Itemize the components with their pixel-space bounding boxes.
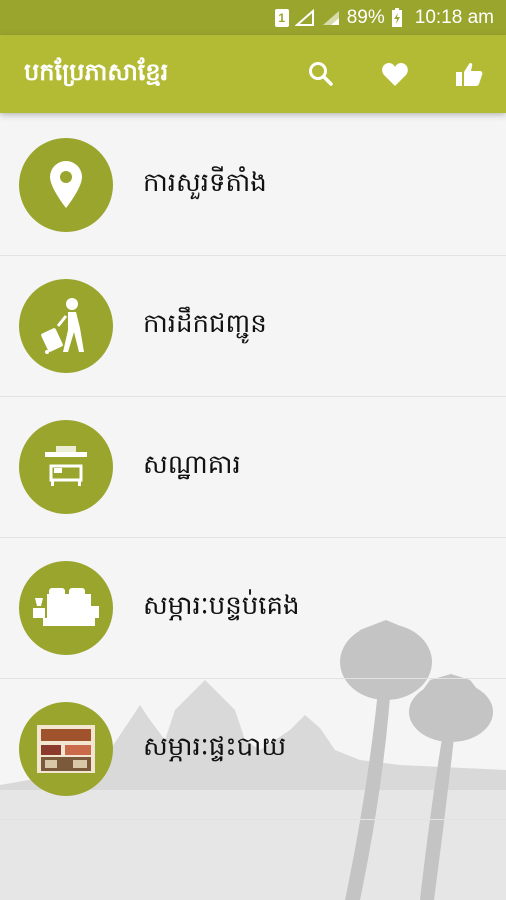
menu-icon-circle	[19, 279, 113, 373]
sim-card-icon: 1	[274, 8, 289, 27]
clock: 10:18 am	[414, 6, 494, 28]
menu-item-transport[interactable]: ការដឹកជញ្ជូន	[0, 256, 506, 397]
menu-item-kitchen[interactable]: សម្ភារៈផ្ទះបាយ	[0, 679, 506, 820]
menu-item-label: សណ្ឋាគារ	[143, 450, 241, 480]
app-bar: បកប្រែភាសាខ្មែរ	[0, 35, 506, 113]
menu-list: ការសួរទីតាំង ការដឹកជញ្ជូន សណ្ឋាគារ សម្ភា…	[0, 115, 506, 820]
kitchen-icon	[37, 725, 95, 773]
menu-icon-circle	[19, 561, 113, 655]
menu-item-label: សម្ភារៈផ្ទះបាយ	[143, 732, 287, 762]
menu-item-label: ការសួរទីតាំង	[143, 168, 267, 198]
menu-item-hotel[interactable]: សណ្ឋាគារ	[0, 397, 506, 538]
battery-percent: 89%	[346, 6, 385, 28]
menu-item-label: ការដឹកជញ្ជូន	[143, 309, 267, 339]
favorites-button[interactable]	[358, 44, 432, 104]
app-actions	[284, 44, 506, 104]
thumbs-up-icon	[456, 62, 483, 86]
status-bar: 1 89% 10:18 am	[0, 0, 506, 35]
menu-item-label: សម្ភារៈបន្ទប់គេង	[143, 591, 300, 621]
menu-item-bedroom[interactable]: សម្ភារៈបន្ទប់គេង	[0, 538, 506, 679]
menu-icon-circle	[19, 702, 113, 796]
menu-icon-circle	[19, 420, 113, 514]
app-title: បកប្រែភាសាខ្មែរ	[24, 57, 169, 86]
menu-item-directions[interactable]: ការសួរទីតាំង	[0, 115, 506, 256]
hotel-icon	[45, 446, 87, 486]
bedroom-icon	[33, 588, 99, 626]
menu-icon-circle	[19, 138, 113, 232]
search-button[interactable]	[284, 44, 358, 104]
signal-icon	[294, 8, 315, 27]
traveler-icon	[41, 298, 84, 354]
rate-button[interactable]	[432, 44, 506, 104]
battery-charging-icon	[391, 7, 403, 28]
heart-icon	[382, 63, 408, 86]
search-icon	[309, 62, 333, 86]
location-pin-icon	[50, 161, 82, 208]
signal-icon-2	[321, 9, 341, 27]
